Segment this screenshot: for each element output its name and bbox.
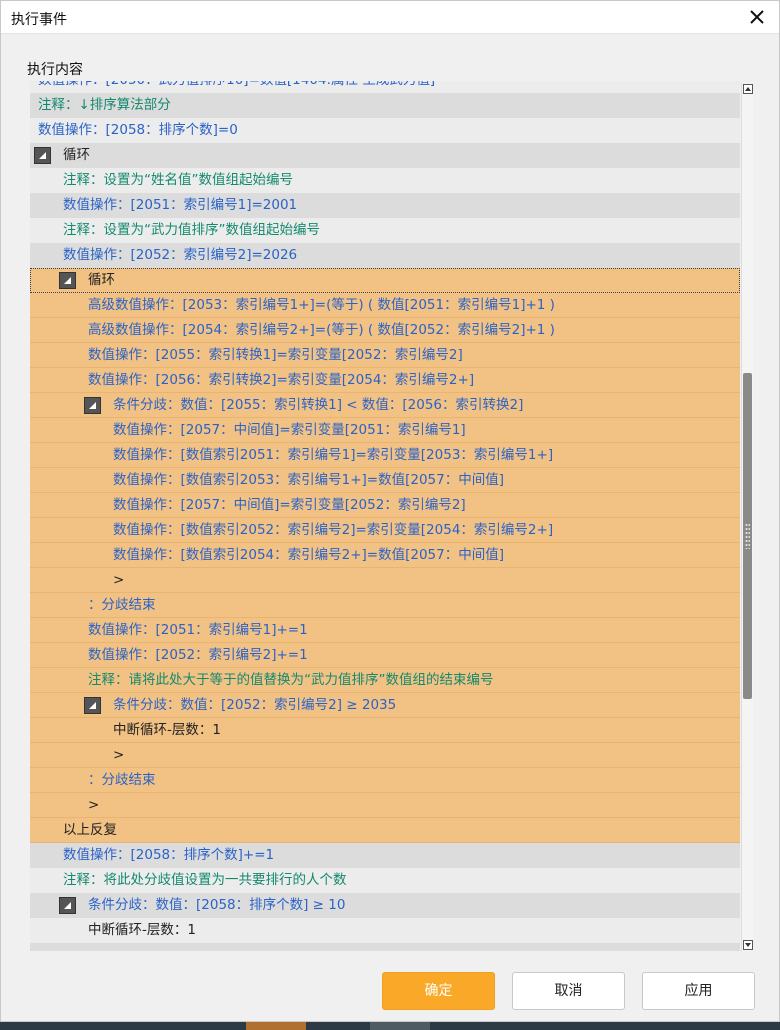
command-row[interactable]: 注释：请将此处大于等于的值替换为“武力值排序”数值组的结束编号 bbox=[30, 668, 740, 693]
collapse-toggle-icon[interactable] bbox=[59, 897, 76, 914]
command-row[interactable]: 条件分歧：数值：[2052：索引编号2] ≥ 2035 bbox=[30, 693, 740, 718]
command-text: 注释：设置为“姓名值”数值组起始编号 bbox=[63, 172, 293, 188]
command-text: 数值操作：[数值索引2054：索引编号2+]=数值[2057：中间值] bbox=[113, 547, 504, 563]
execute-event-dialog: 执行事件 执行内容 数值操作：[2050：武力值排序10]=数值[1404:属性… bbox=[0, 0, 780, 1022]
command-row[interactable]: 注释：↓排序算法部分 bbox=[30, 93, 740, 118]
command-row[interactable]: > bbox=[30, 793, 740, 818]
command-row[interactable]: 条件分歧：数值：[2058：排序个数] ≥ 10 bbox=[30, 893, 740, 918]
collapse-toggle-icon[interactable] bbox=[59, 272, 76, 289]
command-row[interactable]: 循环 bbox=[30, 268, 740, 293]
command-row[interactable]: 数值操作：[数值索引2052：索引编号2]=索引变量[2054：索引编号2+] bbox=[30, 518, 740, 543]
command-text: 条件分歧：数值：[2055：索引转换1] < 数值：[2056：索引转换2] bbox=[113, 397, 524, 413]
grip-icon bbox=[745, 523, 750, 549]
command-text: 高级数值操作：[2053：索引编号1+]=(等于) ( 数值[2051：索引编号… bbox=[88, 297, 555, 313]
command-text: > bbox=[113, 572, 125, 588]
command-row[interactable]: 数值操作：[2051：索引编号1]=2001 bbox=[30, 193, 740, 218]
command-text: 数值操作：[2058：排序个数]=0 bbox=[38, 122, 238, 138]
command-text: 数值操作：[数值索引2053：索引编号1+]=数值[2057：中间值] bbox=[113, 472, 504, 488]
title-bar: 执行事件 bbox=[1, 1, 779, 34]
command-row[interactable]: 数值操作：[2057：中间值]=索引变量[2051：索引编号1] bbox=[30, 418, 740, 443]
command-text: 数值操作：[2056：索引转换2]=索引变量[2054：索引编号2+] bbox=[88, 372, 475, 388]
collapse-toggle-icon[interactable] bbox=[84, 697, 101, 714]
section-label: 执行内容 bbox=[27, 62, 83, 78]
command-row[interactable]: 数值操作：[2052：索引编号2]=2026 bbox=[30, 243, 740, 268]
command-text: ：分歧结束 bbox=[88, 597, 156, 613]
command-row[interactable]: 数值操作：[数值索引2051：索引编号1]=索引变量[2053：索引编号1+] bbox=[30, 443, 740, 468]
command-row[interactable]: 数值操作：[2057：中间值]=索引变量[2052：索引编号2] bbox=[30, 493, 740, 518]
command-row[interactable]: ：分歧结束 bbox=[30, 768, 740, 793]
command-row[interactable]: 注释：将此处分歧值设置为一共要排行的人个数 bbox=[30, 868, 740, 893]
vertical-scrollbar[interactable] bbox=[741, 83, 753, 951]
command-text: 条件分歧：数值：[2058：排序个数] ≥ 10 bbox=[88, 897, 346, 913]
command-row[interactable]: 数值操作：[2056：索引转换2]=索引变量[2054：索引编号2+] bbox=[30, 368, 740, 393]
ok-button[interactable]: 确定 bbox=[382, 972, 495, 1010]
command-text: 数值操作：[数值索引2051：索引编号1]=索引变量[2053：索引编号1+] bbox=[113, 447, 554, 463]
command-text: 数值操作：[数值索引2052：索引编号2]=索引变量[2054：索引编号2+] bbox=[113, 522, 554, 538]
scrollbar-thumb[interactable] bbox=[743, 373, 752, 699]
command-text: 高级数值操作：[2054：索引编号2+]=(等于) ( 数值[2052：索引编号… bbox=[88, 322, 555, 338]
command-text: 数值操作：[2052：索引编号2]=2026 bbox=[63, 247, 298, 263]
command-row[interactable]: 注释：设置为“武力值排序”数值组起始编号 bbox=[30, 218, 740, 243]
command-text: 循环 bbox=[88, 272, 115, 288]
command-row[interactable]: 数值操作：[2051：索引编号1]+=1 bbox=[30, 618, 740, 643]
event-command-list[interactable]: 数值操作：[2050：武力值排序10]=数值[1404:属性 生成武力值] 注释：… bbox=[30, 81, 740, 951]
command-row[interactable]: 数值操作：[2052：索引编号2]+=1 bbox=[30, 643, 740, 668]
command-row[interactable]: 注释：设置为“姓名值”数值组起始编号 bbox=[30, 168, 740, 193]
command-text: 数值操作：[2051：索引编号1]+=1 bbox=[88, 622, 308, 638]
command-text: 以上反复 bbox=[63, 822, 117, 838]
command-text: 条件分歧：数值：[2052：索引编号2] ≥ 2035 bbox=[113, 697, 397, 713]
command-text: 数值操作：[2051：索引编号1]=2001 bbox=[63, 197, 298, 213]
command-text: 数值操作：[2057：中间值]=索引变量[2051：索引编号1] bbox=[113, 422, 466, 438]
taskbar-item[interactable] bbox=[370, 1022, 430, 1030]
scroll-up-arrow-icon[interactable] bbox=[743, 84, 753, 94]
command-row[interactable]: 数值操作：[数值索引2054：索引编号2+]=数值[2057：中间值] bbox=[30, 543, 740, 568]
command-text: 数值操作：[2057：中间值]=索引变量[2052：索引编号2] bbox=[113, 497, 466, 513]
command-row[interactable]: 数值操作：[2058：排序个数]=0 bbox=[30, 118, 740, 143]
apply-button[interactable]: 应用 bbox=[642, 972, 755, 1010]
command-text: > bbox=[113, 747, 125, 763]
command-row[interactable]: 数值操作：[数值索引2053：索引编号1+]=数值[2057：中间值] bbox=[30, 468, 740, 493]
command-text: 数值操作：[2058：排序个数]+=1 bbox=[63, 847, 275, 863]
close-icon[interactable] bbox=[745, 5, 769, 29]
scroll-down-arrow-icon[interactable] bbox=[743, 940, 753, 950]
command-text: 注释：↓排序算法部分 bbox=[38, 97, 171, 113]
cancel-button[interactable]: 取消 bbox=[512, 972, 625, 1010]
command-text: 中断循环-层数：1 bbox=[88, 922, 196, 938]
command-text: 注释：将此处分歧值设置为一共要排行的人个数 bbox=[63, 872, 347, 888]
collapse-toggle-icon[interactable] bbox=[34, 147, 51, 164]
command-row[interactable]: 高级数值操作：[2053：索引编号1+]=(等于) ( 数值[2051：索引编号… bbox=[30, 293, 740, 318]
command-row[interactable]: 数值操作：[2050：武力值排序10]=数值[1404:属性 生成武力值] bbox=[30, 81, 740, 93]
command-row[interactable]: 条件分歧：数值：[2055：索引转换1] < 数值：[2056：索引转换2] bbox=[30, 393, 740, 418]
command-row[interactable]: 循环 bbox=[30, 143, 740, 168]
taskbar-item[interactable] bbox=[246, 1022, 306, 1030]
command-text: 循环 bbox=[63, 147, 90, 163]
command-row[interactable]: 高级数值操作：[2054：索引编号2+]=(等于) ( 数值[2052：索引编号… bbox=[30, 318, 740, 343]
command-text: 注释：设置为“武力值排序”数值组起始编号 bbox=[63, 222, 320, 238]
command-row[interactable]: 中断循环-层数：1 bbox=[30, 918, 740, 943]
command-row[interactable]: 数值操作：[2055：索引转换1]=索引变量[2052：索引编号2] bbox=[30, 343, 740, 368]
command-row[interactable]: > bbox=[30, 568, 740, 593]
command-text: 数值操作：[2052：索引编号2]+=1 bbox=[88, 647, 308, 663]
command-row[interactable]: 数值操作：[2058：排序个数]+=1 bbox=[30, 843, 740, 868]
command-row[interactable] bbox=[30, 943, 740, 951]
collapse-toggle-icon[interactable] bbox=[84, 397, 101, 414]
command-text: > bbox=[88, 797, 100, 813]
command-text: 数值操作：[2055：索引转换1]=索引变量[2052：索引编号2] bbox=[88, 347, 463, 363]
command-text: ：分歧结束 bbox=[88, 772, 156, 788]
command-row[interactable]: ：分歧结束 bbox=[30, 593, 740, 618]
command-row[interactable]: 以上反复 bbox=[30, 818, 740, 843]
command-row[interactable]: > bbox=[30, 743, 740, 768]
dialog-title: 执行事件 bbox=[11, 12, 67, 28]
command-row[interactable]: 中断循环-层数：1 bbox=[30, 718, 740, 743]
command-text: 中断循环-层数：1 bbox=[113, 722, 221, 738]
command-text: 注释：请将此处大于等于的值替换为“武力值排序”数值组的结束编号 bbox=[88, 672, 494, 688]
taskbar bbox=[0, 1022, 780, 1030]
command-text: 数值操作：[2050：武力值排序10]=数值[1404:属性 生成武力值] bbox=[38, 81, 435, 93]
